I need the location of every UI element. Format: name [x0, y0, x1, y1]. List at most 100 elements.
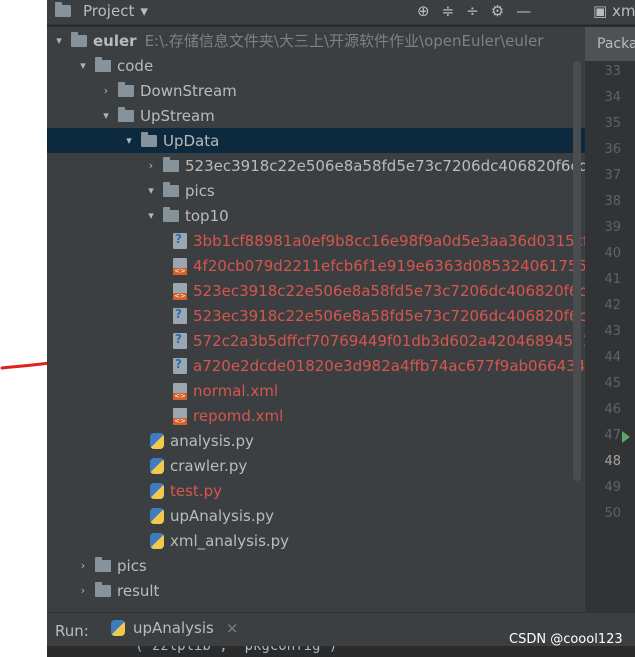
folder-icon — [71, 31, 87, 47]
line-number: 39 — [604, 220, 621, 235]
tree-node-label: top10 — [185, 206, 229, 225]
chevron-down-icon[interactable]: ▾ — [123, 134, 135, 147]
chevron-right-icon[interactable]: › — [77, 584, 89, 597]
folder-icon — [118, 106, 134, 122]
project-folder-icon — [55, 2, 71, 17]
line-number: 40 — [604, 246, 621, 261]
close-icon[interactable]: × — [226, 619, 239, 637]
tree-node-updata[interactable]: ▾ UpData — [47, 128, 585, 153]
folder-icon — [163, 156, 179, 172]
tree-file[interactable]: 572c2a3b5dffcf70769449f01db3d602a4204689… — [47, 328, 585, 353]
python-file-icon: ▣ — [593, 2, 608, 20]
line-number: 42 — [604, 298, 621, 313]
tree-node-hash-folder[interactable]: › 523ec3918c22e506e8a58fd5e73c7206dc4068… — [47, 153, 585, 178]
project-tree: ▾ euler E:\.存储信息文件夹\大三上\开源软件作业\openEuler… — [47, 27, 585, 612]
toolbar-icons: ⊕ ≑ ÷ ⚙ — — [417, 2, 531, 20]
line-number: 37 — [604, 168, 621, 183]
project-title: Project — [83, 2, 135, 20]
tree-node-label: pics — [117, 556, 147, 575]
tree-file[interactable]: 523ec3918c22e506e8a58fd5e73c7206dc406820… — [47, 303, 585, 328]
unknown-file-icon — [173, 357, 187, 374]
python-file-icon — [150, 482, 164, 499]
line-number: 35 — [604, 116, 621, 131]
crosshair-icon[interactable]: ⊕ — [417, 2, 430, 20]
project-toolbar: Project ▾ ⊕ ≑ ÷ ⚙ — ▣ xm — [47, 0, 635, 25]
line-number: 49 — [604, 480, 621, 495]
tree-file[interactable]: upAnalysis.py — [47, 503, 585, 528]
tree-node-label: DownStream — [140, 81, 237, 100]
project-view-selector[interactable]: Project ▾ — [55, 2, 148, 20]
tree-file[interactable]: a720e2dcde01820e3d982a4ffb74ac677f9ab066… — [47, 353, 585, 378]
folder-icon — [95, 556, 111, 572]
tree-node-euler[interactable]: ▾ euler E:\.存储信息文件夹\大三上\开源软件作业\openEuler… — [47, 28, 585, 53]
editor-tab-package[interactable]: Packa — [585, 27, 635, 61]
chevron-down-icon[interactable]: ▾ — [53, 34, 65, 47]
tree-file[interactable]: xml_analysis.py — [47, 528, 585, 553]
chevron-down-icon[interactable]: ▾ — [145, 209, 157, 222]
chevron-right-icon[interactable]: › — [145, 159, 157, 172]
python-file-icon — [111, 620, 125, 636]
line-numbers: 33 34 35 36 37 38 39 40 41 42 43 44 45 4… — [585, 59, 635, 527]
tree-node-result[interactable]: › result — [47, 578, 585, 603]
tree-node-upstream[interactable]: ▾ UpStream — [47, 103, 585, 128]
collapse-all-icon[interactable]: ≑ — [442, 2, 455, 20]
tree-file[interactable]: repomd.xml — [47, 403, 585, 428]
expand-all-icon[interactable]: ÷ — [466, 2, 479, 20]
editor-tab-xml[interactable]: ▣ xm — [593, 2, 635, 20]
xml-file-icon — [173, 282, 187, 300]
xml-file-icon — [173, 257, 187, 275]
tree-node-label: euler — [93, 31, 137, 50]
watermark: CSDN @coool123 — [509, 632, 623, 647]
xml-file-icon — [173, 407, 187, 425]
run-tab-upanalysis[interactable]: upAnalysis × — [111, 619, 238, 637]
minimize-icon[interactable]: — — [516, 2, 531, 20]
folder-icon — [163, 181, 179, 197]
line-number: 41 — [604, 272, 621, 287]
current-line-number: 48 — [604, 454, 621, 469]
tree-node-code[interactable]: ▾ code — [47, 53, 585, 78]
line-number: 45 — [604, 376, 621, 391]
tree-vertical-scrollbar[interactable] — [573, 61, 581, 481]
line-number: 36 — [604, 142, 621, 157]
tree-node-label: 523ec3918c22e506e8a58fd5e73c7206dc406820… — [185, 156, 585, 175]
folder-icon — [141, 131, 157, 147]
tree-file-label: 572c2a3b5dffcf70769449f01db3d602a4204689… — [193, 331, 585, 350]
gear-icon[interactable]: ⚙ — [491, 2, 504, 20]
tree-file[interactable]: test.py — [47, 478, 585, 503]
python-file-icon — [150, 432, 164, 449]
tree-file[interactable]: crawler.py — [47, 453, 585, 478]
chevron-down-icon[interactable]: ▾ — [145, 184, 157, 197]
tree-file[interactable]: 4f20cb079d2211efcb6f1e919e6363d085324061… — [47, 253, 585, 278]
line-number: 47 — [585, 423, 635, 449]
tree-file[interactable]: 523ec3918c22e506e8a58fd5e73c7206dc406820… — [47, 278, 585, 303]
tree-file[interactable]: normal.xml — [47, 378, 585, 403]
python-file-icon — [150, 507, 164, 524]
tree-file[interactable]: analysis.py — [47, 428, 585, 453]
tree-node-pics[interactable]: ▾ pics — [47, 178, 585, 203]
unknown-file-icon — [173, 332, 187, 349]
tree-node-downstream[interactable]: › DownStream — [47, 78, 585, 103]
chevron-down-icon[interactable]: ▾ — [77, 59, 89, 72]
chevron-down-icon[interactable]: ▾ — [100, 109, 112, 122]
line-number: 44 — [604, 350, 621, 365]
unknown-file-icon — [173, 307, 187, 324]
run-gutter-icon[interactable] — [622, 431, 630, 443]
tree-node-label: UpData — [163, 131, 220, 150]
tree-node-label: pics — [185, 181, 215, 200]
run-tab-label: upAnalysis — [133, 619, 214, 637]
line-number: 50 — [604, 506, 621, 521]
chevron-right-icon[interactable]: › — [100, 84, 112, 97]
tree-file-label: xml_analysis.py — [170, 531, 290, 550]
line-number: 33 — [604, 64, 621, 79]
tree-file-label: a720e2dcde01820e3d982a4ffb74ac677f9ab066… — [193, 356, 585, 375]
tree-file[interactable]: 3bb1cf88981a0ef9b8cc16e98f9a0d5e3aa36d03… — [47, 228, 585, 253]
line-number: 38 — [604, 194, 621, 209]
chevron-right-icon[interactable]: › — [77, 559, 89, 572]
xml-file-icon — [173, 382, 187, 400]
tree-node-path: E:\.存储信息文件夹\大三上\开源软件作业\openEuler\euler — [144, 32, 544, 50]
tree-node-top10[interactable]: ▾ top10 — [47, 203, 585, 228]
editor-gutter: Packa 33 34 35 36 37 38 39 40 41 42 43 4… — [585, 27, 635, 612]
ide-window: Project ▾ ⊕ ≑ ÷ ⚙ — ▣ xm ▾ euler E:\.存储信… — [47, 0, 635, 657]
unknown-file-icon — [173, 232, 187, 249]
tree-node-pics-outer[interactable]: › pics — [47, 553, 585, 578]
